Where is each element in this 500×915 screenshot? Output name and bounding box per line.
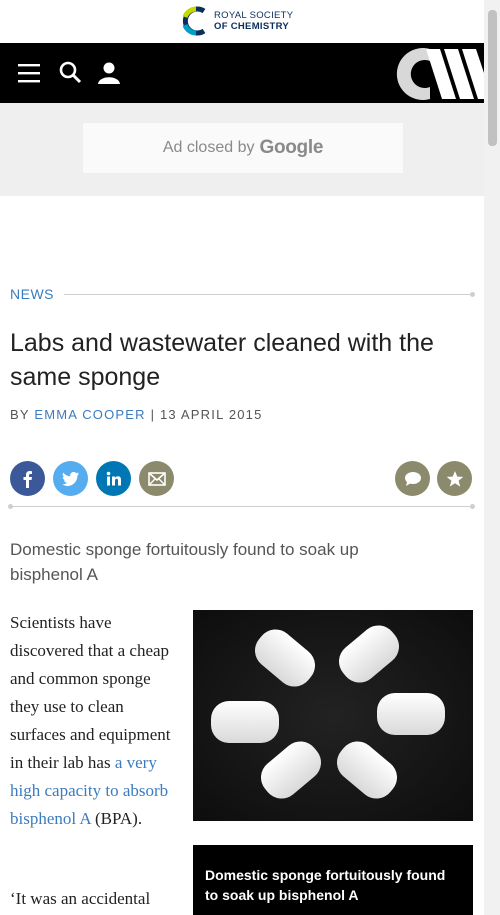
byline: BY EMMA COOPER | 13 APRIL 2015 [10,407,263,422]
save-star-button[interactable] [437,461,472,496]
article-body-paragraph-2: ‘It was an accidental [10,889,151,908]
section-label[interactable]: NEWS [10,286,54,302]
rsc-logo-text: ROYAL SOCIETY OF CHEMISTRY [214,10,293,32]
article-standfirst: Domestic sponge fortuitously found to so… [10,540,359,584]
facebook-icon [23,470,32,488]
star-icon [446,470,463,487]
share-linkedin-button[interactable] [96,461,131,496]
comments-button[interactable] [395,461,430,496]
comment-icon [404,471,421,486]
share-twitter-button[interactable] [53,461,88,496]
body-text-start: Scientists have discovered that a cheap … [10,613,171,772]
page-scrollbar[interactable] [484,0,500,915]
article-headline: Labs and wastewater cleaned with the sam… [10,329,434,391]
brand-bar: ROYAL SOCIETY OF CHEMISTRY [0,0,484,43]
share-email-button[interactable] [139,461,174,496]
linkedin-icon [106,471,121,485]
sponge-photo [193,610,473,821]
email-icon [147,471,166,486]
share-divider [8,504,475,509]
rsc-logo[interactable]: ROYAL SOCIETY OF CHEMISTRY [181,5,293,37]
menu-icon[interactable] [17,60,43,86]
page: ROYAL SOCIETY OF CHEMISTRY Ad closed by … [0,0,484,915]
article-date: 13 APRIL 2015 [159,407,263,422]
byline-separator: | [150,407,156,422]
rsc-logo-mark-icon [182,6,206,36]
figure-caption: Domestic sponge fortuitously found to so… [193,845,473,915]
twitter-icon [61,471,79,486]
ad-zone: Ad closed by Google [0,103,484,196]
google-label: Google [259,137,324,158]
nav-bar [0,43,484,103]
author-link[interactable]: EMMA COOPER [34,407,145,422]
section-header: NEWS [10,286,475,302]
rsc-logo-line2: OF CHEMISTRY [214,21,290,32]
rsc-logo-line1: ROYAL SOCIETY [214,10,294,21]
chemistry-world-logo[interactable] [388,43,484,103]
ad-closed-box: Ad closed by Google [82,122,404,174]
ad-closed-text: Ad closed by [162,139,255,156]
search-icon[interactable] [58,60,84,86]
share-facebook-button[interactable] [10,461,45,496]
body-text-end: (BPA). [90,809,143,828]
section-rule [64,291,475,297]
scrollbar-thumb[interactable] [488,10,497,146]
article-figure-sponge-image[interactable] [193,610,473,821]
article-body-paragraph-1: Scientists have discovered that a cheap … [10,609,175,833]
byline-prefix: BY [10,407,30,422]
user-icon[interactable] [96,60,122,86]
